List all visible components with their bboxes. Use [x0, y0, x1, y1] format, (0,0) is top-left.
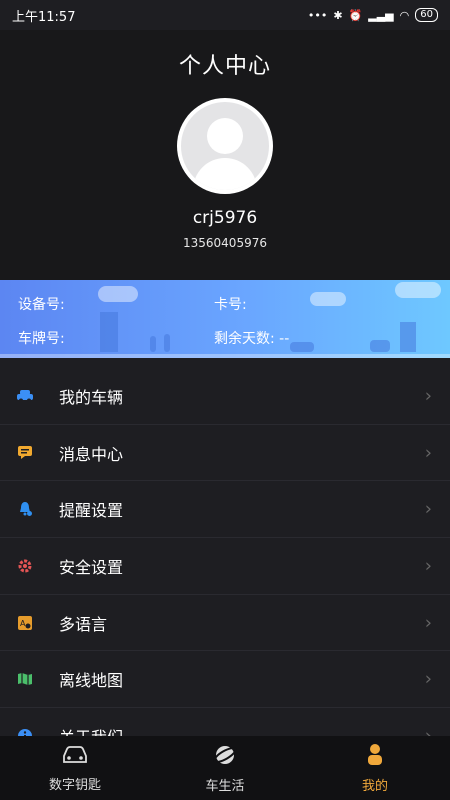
- language-icon: A: [16, 614, 34, 632]
- car-icon: [16, 387, 34, 405]
- chevron-right-icon: ›: [424, 668, 432, 690]
- more-dots-icon: •••: [307, 8, 328, 22]
- tab-car-life[interactable]: 车生活: [150, 736, 300, 800]
- avatar[interactable]: [177, 98, 273, 194]
- status-bar: 上午11:57 ••• ✱ ⏰ ▂▃▅ ◠ 60: [0, 0, 450, 30]
- status-time: 上午11:57: [12, 9, 76, 25]
- settings-menu: 我的车辆 › 消息中心 › 提醒设置 › 安全设置 › A 多语言 › 离线地图…: [0, 368, 450, 765]
- wifi-icon: ◠: [399, 8, 410, 22]
- tab-digital-key[interactable]: 数字钥匙: [0, 736, 150, 800]
- profile-header: 个人中心 crj5976 13560405976: [0, 30, 450, 280]
- menu-item-my-vehicle[interactable]: 我的车辆 ›: [0, 368, 450, 425]
- menu-label: 提醒设置: [59, 501, 124, 521]
- bluetooth-icon: ✱: [333, 8, 343, 22]
- tab-label: 车生活: [205, 778, 245, 794]
- avatar-placeholder-icon: [181, 102, 269, 190]
- menu-label: 我的车辆: [59, 387, 124, 407]
- car-key-icon: [60, 744, 90, 770]
- card-number-label: 卡号:: [214, 297, 247, 313]
- menu-label: 消息中心: [59, 444, 124, 464]
- battery-icon: 60: [415, 8, 438, 22]
- chevron-right-icon: ›: [424, 612, 432, 634]
- menu-item-offline-map[interactable]: 离线地图 ›: [0, 651, 450, 709]
- remaining-days-label: 剩余天数: --: [214, 331, 290, 347]
- menu-label: 离线地图: [59, 671, 124, 691]
- signal-icon: ▂▃▅: [368, 8, 394, 22]
- device-number-label: 设备号:: [18, 297, 65, 313]
- device-info-banner: 设备号: 卡号: 车牌号: 剩余天数: --: [0, 280, 450, 358]
- menu-label: 多语言: [59, 614, 108, 634]
- menu-label: 安全设置: [59, 557, 124, 577]
- username: crj5976: [192, 208, 258, 228]
- chevron-right-icon: ›: [424, 498, 432, 520]
- map-icon: [16, 670, 34, 688]
- planet-icon: [213, 743, 237, 771]
- status-icons: ••• ✱ ⏰ ▂▃▅ ◠ 60: [308, 8, 438, 22]
- menu-item-reminder-settings[interactable]: 提醒设置 ›: [0, 481, 450, 539]
- bell-icon: [16, 500, 34, 518]
- menu-item-language[interactable]: A 多语言 ›: [0, 595, 450, 652]
- gear-icon: [16, 557, 34, 575]
- profile-icon: [366, 743, 384, 771]
- tab-mine[interactable]: 我的: [300, 736, 450, 800]
- message-icon: [16, 444, 34, 462]
- page-title: 个人中心: [178, 54, 271, 79]
- svg-text:A: A: [20, 619, 26, 628]
- bottom-tab-bar: 数字钥匙 车生活 我的: [0, 736, 450, 800]
- alarm-icon: ⏰: [348, 8, 363, 22]
- chevron-right-icon: ›: [424, 555, 432, 577]
- menu-item-message-center[interactable]: 消息中心 ›: [0, 425, 450, 482]
- tab-label: 我的: [361, 778, 388, 794]
- phone-number: 13560405976: [183, 236, 267, 250]
- chevron-right-icon: ›: [424, 385, 432, 407]
- plate-number-label: 车牌号:: [18, 331, 65, 347]
- menu-item-security-settings[interactable]: 安全设置 ›: [0, 538, 450, 595]
- chevron-right-icon: ›: [424, 442, 432, 464]
- tab-label: 数字钥匙: [48, 777, 101, 793]
